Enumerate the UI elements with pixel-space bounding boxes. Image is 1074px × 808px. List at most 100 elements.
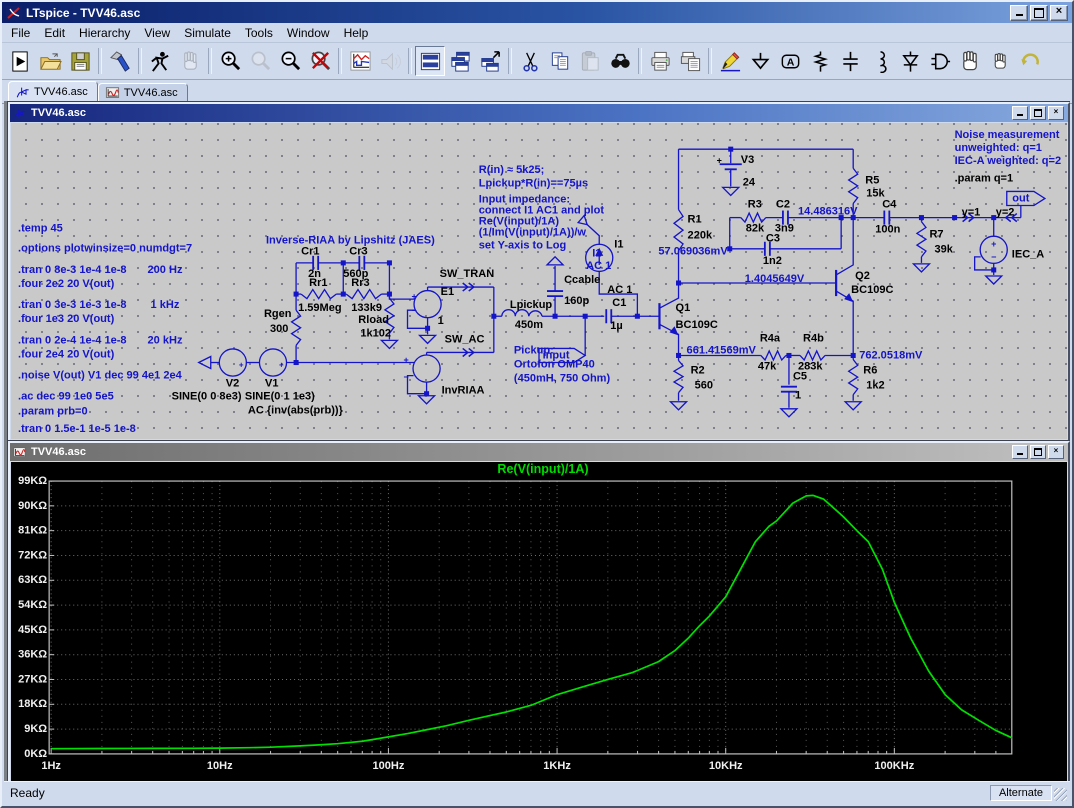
svg-text:.noise V(out) V1 dec 99 4e1 2e: .noise V(out) V1 dec 99 4e1 2e4 xyxy=(18,370,183,382)
menu-view[interactable]: View xyxy=(137,24,177,42)
svg-text:14.486316V: 14.486316V xyxy=(798,205,858,217)
svg-text:.tran 0 1.5e-1 1e-5 1e-8: .tran 0 1.5e-1 1e-5 1e-8 xyxy=(18,423,136,435)
net-label-button[interactable] xyxy=(775,46,805,76)
inductor-button[interactable] xyxy=(865,46,895,76)
mdi-area: TVV46.asc × .temp 45.options plotwinsize… xyxy=(4,101,1070,782)
drag-button[interactable] xyxy=(985,46,1015,76)
waveform-close-button[interactable]: × xyxy=(1048,445,1064,459)
tab-waveform[interactable]: TVV46.asc xyxy=(98,83,188,103)
menu-simulate[interactable]: Simulate xyxy=(177,24,238,42)
find-icon xyxy=(609,50,632,73)
svg-text:C2: C2 xyxy=(776,198,790,210)
svg-text:R4b: R4b xyxy=(803,332,824,344)
waveform-maximize-button[interactable] xyxy=(1030,445,1046,459)
label-icon xyxy=(779,50,802,73)
svg-text:1k2: 1k2 xyxy=(866,380,884,392)
find-button[interactable] xyxy=(605,46,635,76)
schematic-maximize-button[interactable] xyxy=(1030,106,1046,120)
svg-text:Rgen: Rgen xyxy=(264,308,292,320)
status-message: Ready xyxy=(4,786,45,800)
svg-text:10KHz: 10KHz xyxy=(709,760,743,772)
cut-button[interactable] xyxy=(515,46,545,76)
move-button[interactable] xyxy=(955,46,985,76)
minimize-button[interactable] xyxy=(1010,5,1028,21)
title-bar[interactable]: LTspice - TVV46.asc × xyxy=(2,2,1072,23)
close-button[interactable]: × xyxy=(1050,5,1068,21)
svg-text:Rr1: Rr1 xyxy=(309,277,327,289)
svg-text:input: input xyxy=(543,349,570,361)
svg-text:82k: 82k xyxy=(746,223,765,235)
resistor-button[interactable] xyxy=(805,46,835,76)
wire-button[interactable] xyxy=(715,46,745,76)
tab-schematic[interactable]: TVV46.asc xyxy=(8,81,98,103)
print-button[interactable] xyxy=(645,46,675,76)
menu-file[interactable]: File xyxy=(4,24,37,42)
print-preview-button[interactable] xyxy=(675,46,705,76)
menu-window[interactable]: Window xyxy=(280,24,337,42)
undo-icon xyxy=(1019,50,1042,73)
copy-button[interactable] xyxy=(545,46,575,76)
svg-text:1: 1 xyxy=(795,390,801,402)
svg-text:200 Hz: 200 Hz xyxy=(148,264,183,276)
svg-text:unweighted: q=1: unweighted: q=1 xyxy=(955,142,1042,154)
waveform-plot-canvas[interactable]: 0KΩ9KΩ18KΩ27KΩ36KΩ45KΩ54KΩ63KΩ72KΩ81KΩ90… xyxy=(11,462,1067,781)
menu-hierarchy[interactable]: Hierarchy xyxy=(72,24,137,42)
svg-text:(1/Im(V(input)/1A))/w: (1/Im(V(input)/1A))/w xyxy=(479,227,587,239)
svg-text:R1: R1 xyxy=(688,214,702,226)
tile-windows-button[interactable] xyxy=(415,46,445,76)
menu-edit[interactable]: Edit xyxy=(37,24,72,42)
schematic-window-title-bar[interactable]: TVV46.asc × xyxy=(10,104,1068,122)
open-button[interactable] xyxy=(35,46,65,76)
svg-text:27KΩ: 27KΩ xyxy=(18,673,47,685)
arrange-windows-button[interactable] xyxy=(475,46,505,76)
schematic-close-button[interactable]: × xyxy=(1048,106,1064,120)
copy-icon xyxy=(549,50,572,73)
svg-text:39k: 39k xyxy=(934,244,953,256)
ground-icon xyxy=(749,50,772,73)
trace-title[interactable]: Re(V(input)/1A) xyxy=(497,462,588,476)
schematic-labels: .temp 45.options plotwinsize=0 numdgt=7.… xyxy=(18,129,1061,435)
diode-button[interactable] xyxy=(895,46,925,76)
svg-text:Noise measurement: Noise measurement xyxy=(955,129,1060,141)
status-alternate-indicator[interactable]: Alternate xyxy=(990,785,1052,801)
save-button[interactable] xyxy=(65,46,95,76)
run-button[interactable] xyxy=(5,46,35,76)
zoom-out-button[interactable] xyxy=(275,46,305,76)
cut-icon xyxy=(519,50,542,73)
capacitor-button[interactable] xyxy=(835,46,865,76)
svg-text:Cr1: Cr1 xyxy=(301,246,319,258)
svg-text:1.4045649V: 1.4045649V xyxy=(745,273,805,285)
zoom-in-button[interactable] xyxy=(215,46,245,76)
svg-text:1.59Meg: 1.59Meg xyxy=(298,302,342,314)
resize-grip[interactable] xyxy=(1054,788,1067,801)
svg-text:36KΩ: 36KΩ xyxy=(18,649,47,661)
waveform-window-title: TVV46.asc xyxy=(31,446,86,458)
undo-button[interactable] xyxy=(1015,46,1045,76)
svg-text:1k102: 1k102 xyxy=(360,327,391,339)
cascade-windows-button[interactable] xyxy=(445,46,475,76)
menu-help[interactable]: Help xyxy=(337,24,376,42)
svg-text:InvRIAA: InvRIAA xyxy=(442,385,485,397)
waveform-window-title-bar[interactable]: TVV46.asc × xyxy=(10,443,1068,461)
component-button[interactable] xyxy=(925,46,955,76)
svg-text:81KΩ: 81KΩ xyxy=(18,525,47,537)
halt-button[interactable] xyxy=(145,46,175,76)
schematic-minimize-button[interactable] xyxy=(1012,106,1028,120)
svg-text:AC 1: AC 1 xyxy=(586,260,611,272)
svg-text:Lpickup: Lpickup xyxy=(510,299,553,311)
plot-settings-button[interactable] xyxy=(345,46,375,76)
svg-text:1µ: 1µ xyxy=(610,320,622,332)
zoomfull-icon xyxy=(249,50,272,73)
svg-text:100Hz: 100Hz xyxy=(373,760,405,772)
svg-text:IEC-A weighted: q=2: IEC-A weighted: q=2 xyxy=(955,155,1062,167)
schematic-canvas[interactable]: .temp 45.options plotwinsize=0 numdgt=7.… xyxy=(11,123,1067,439)
zoom-cancel-button[interactable] xyxy=(305,46,335,76)
control-panel-button[interactable] xyxy=(105,46,135,76)
svg-text:.param prb=0: .param prb=0 xyxy=(18,406,88,418)
waveform-minimize-button[interactable] xyxy=(1012,445,1028,459)
maximize-button[interactable] xyxy=(1030,5,1048,21)
svg-text:Rr3: Rr3 xyxy=(351,277,369,289)
menu-tools[interactable]: Tools xyxy=(238,24,280,42)
ground-button[interactable] xyxy=(745,46,775,76)
svg-text:1 kHz: 1 kHz xyxy=(151,299,180,311)
